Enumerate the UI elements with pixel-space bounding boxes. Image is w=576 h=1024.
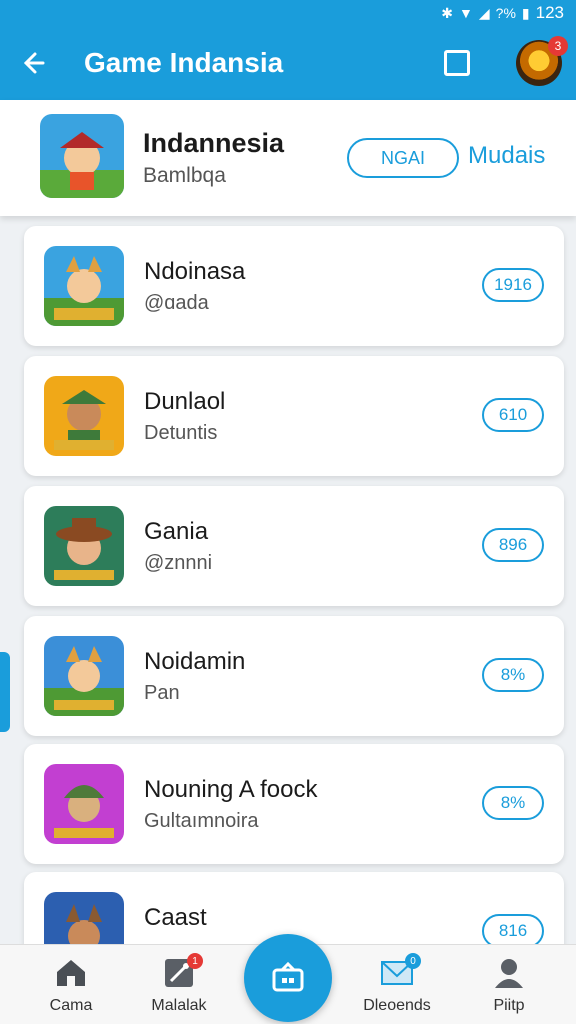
side-drawer-handle[interactable] [0, 652, 10, 732]
nav-label: Malalak [151, 997, 207, 1014]
now-button[interactable]: NGAI [347, 138, 459, 178]
item-value-badge[interactable]: 896 [482, 528, 544, 562]
game-icon [44, 246, 124, 326]
battery-icon: ▮ [521, 4, 530, 21]
list-item[interactable]: Gania @znnni 896 [24, 486, 564, 606]
game-icon [44, 636, 124, 716]
app-title: Game Indansia [84, 47, 284, 78]
signal-icon: ◢ [478, 4, 490, 21]
back-button[interactable] [0, 26, 64, 100]
nav-label: Piitp [493, 997, 525, 1014]
nav-home[interactable]: Cama [16, 945, 126, 1024]
item-title: Ndoinasa [144, 258, 246, 285]
app-bar: Game Indansia 3 [0, 26, 576, 100]
game-icon [44, 506, 124, 586]
featured-game-icon [40, 114, 124, 198]
featured-game-subtitle: Bamlbqa [143, 164, 226, 187]
status-time: 123 [535, 3, 564, 22]
item-title: Dunlaol [144, 388, 226, 415]
nav-label: Cama [49, 997, 93, 1014]
item-value-badge[interactable]: 8% [482, 658, 544, 692]
list-item[interactable]: Noidamin Pan 8% [24, 616, 564, 736]
item-title: Nouning A foock [144, 776, 318, 803]
back-arrow-icon [23, 52, 45, 74]
bluetooth-icon: ✱ [441, 4, 454, 21]
item-subtitle: Detuntis [144, 422, 218, 444]
status-bar: ✱ ▼ ◢ ?% ▮ 123 [0, 0, 576, 26]
nav-badge: 0 [405, 953, 421, 969]
header-action-link[interactable]: Mudais [468, 142, 545, 170]
store-icon [272, 961, 304, 992]
item-value-badge[interactable]: 816 [482, 914, 544, 948]
item-title: Caast [144, 904, 207, 931]
profile-icon [489, 955, 529, 991]
battery-percent: ?% [495, 5, 516, 21]
center-action-button[interactable] [244, 934, 332, 1022]
featured-game-title: Indannesia [143, 128, 285, 158]
avatar-button[interactable]: 3 [516, 36, 568, 86]
nav-tools[interactable]: 1 Malalak [124, 945, 234, 1024]
nav-profile[interactable]: Piitp [454, 945, 564, 1024]
item-subtitle: @ɑada [144, 292, 209, 314]
item-subtitle: @znnni [144, 552, 213, 574]
list-item[interactable]: Ndoinasa @ɑada 1916 [24, 226, 564, 346]
item-value-badge[interactable]: 1916 [482, 268, 544, 302]
item-value-badge[interactable]: 610 [482, 398, 544, 432]
item-subtitle: Gultaımnoira [144, 810, 259, 832]
tools-icon: 1 [159, 953, 203, 991]
list-item[interactable]: Dunlaol Detuntis 610 [24, 356, 564, 476]
list-item[interactable]: Nouning A foock Gultaımnoira 8% [24, 744, 564, 864]
item-title: Noidamin [144, 648, 246, 675]
nav-badge: 1 [187, 953, 203, 969]
game-icon [44, 764, 124, 844]
mail-icon: 0 [377, 953, 421, 991]
nav-messages[interactable]: 0 Dleoends [342, 945, 452, 1024]
game-icon [44, 376, 124, 456]
home-icon [51, 955, 91, 991]
item-value-badge[interactable]: 8% [482, 786, 544, 820]
item-title: Gania [144, 518, 209, 545]
square-button[interactable] [444, 50, 470, 76]
item-subtitle: Pan [144, 682, 180, 704]
avatar-badge: 3 [548, 36, 568, 56]
wifi-icon: ▼ [459, 5, 473, 21]
nav-label: Dleoends [363, 997, 431, 1014]
